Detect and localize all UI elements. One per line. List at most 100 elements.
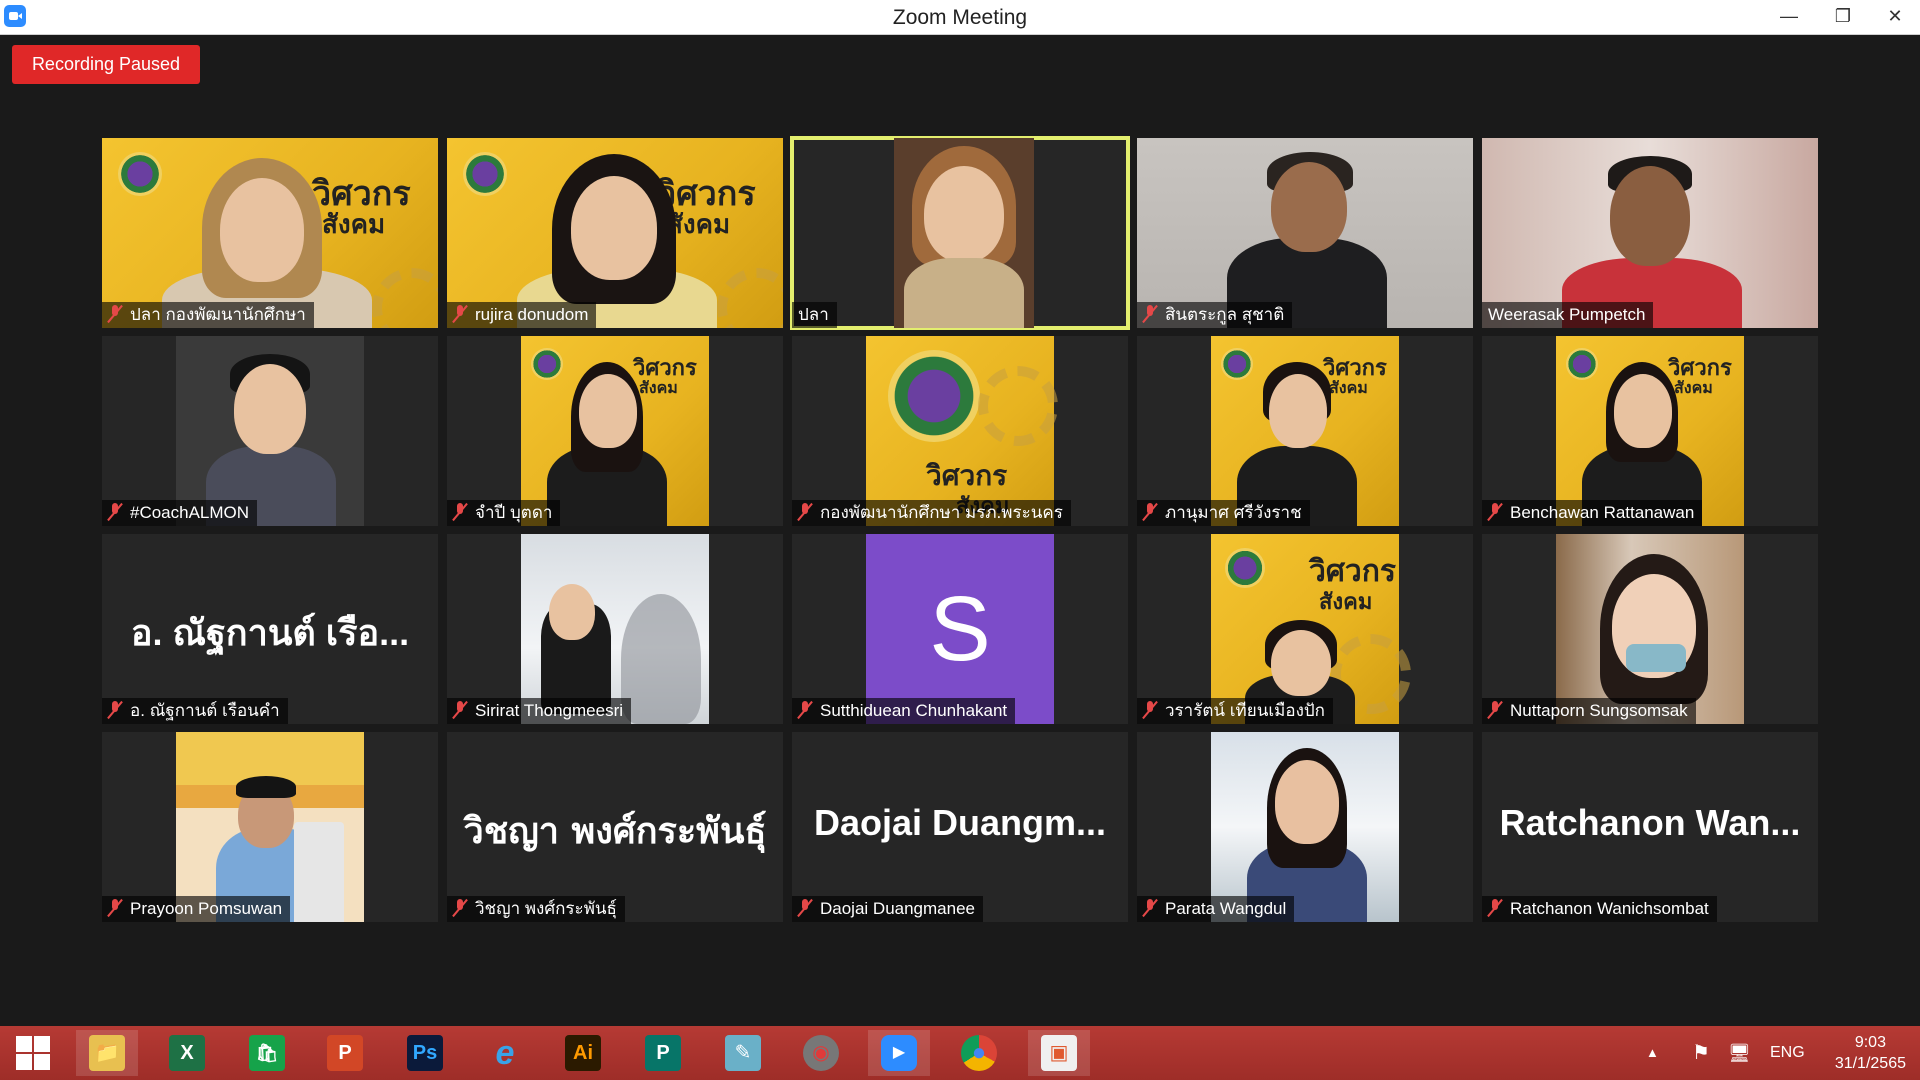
start-button[interactable] [2, 1030, 64, 1076]
participant-name: กองพัฒนานักศึกษา มรภ.พระนคร [820, 503, 1063, 522]
participant-tile[interactable]: Nuttaporn Sungsomsak [1482, 534, 1818, 724]
restore-button[interactable]: ❐ [1816, 0, 1870, 34]
mic-muted-icon [1143, 701, 1157, 719]
mic-muted-icon [1488, 503, 1502, 521]
minimize-button[interactable]: — [1762, 0, 1816, 34]
participant-name-tag: ปลา [792, 302, 837, 328]
participant-name: ปลา กองพัฒนานักศึกษา [130, 305, 306, 324]
taskbar-chrome[interactable]: ● [948, 1030, 1010, 1076]
person-body [904, 258, 1024, 328]
taskbar-excel[interactable]: X [156, 1030, 218, 1076]
person-face [234, 364, 306, 454]
photoshop-icon: Ps [407, 1035, 443, 1071]
network-icon[interactable]: 🖥 [1728, 1026, 1751, 1080]
participant-name-tag: rujira donudom [447, 302, 597, 328]
mic-muted-icon [1488, 899, 1502, 917]
taskbar-powerpoint[interactable]: P [314, 1030, 376, 1076]
person-face [924, 166, 1004, 262]
participant-tile[interactable]: อ. ณัฐกานต์ เรือ... อ. ณัฐกานต์ เรือนคำ [102, 534, 438, 724]
participant-name: วรารัตน์ เทียนเมืองปัก [1165, 701, 1325, 720]
participant-tile[interactable]: Ratchanon Wan... Ratchanon Wanichsombat [1482, 732, 1818, 922]
person-face [549, 584, 595, 640]
participant-tile[interactable]: สินตระกูล สุชาติ [1137, 138, 1473, 328]
folder-icon: 📁 [89, 1035, 125, 1071]
recording-paused-badge[interactable]: Recording Paused [12, 45, 200, 84]
taskbar-illustrator[interactable]: Ai [552, 1030, 614, 1076]
mic-muted-icon [1143, 305, 1157, 323]
participant-tile[interactable]: Daojai Duangm... Daojai Duangmanee [792, 732, 1128, 922]
participant-video: วิศวกร สังคม [102, 138, 438, 328]
tray-overflow-arrow-icon[interactable]: ▲ [1646, 1026, 1659, 1080]
taskbar-file-explorer[interactable]: 📁 [76, 1030, 138, 1076]
participant-tile[interactable]: วิศวกร สังคม Benchawan Rattanawan [1482, 336, 1818, 526]
participant-tile[interactable]: วิศวกร สังคม จำปี บุตดา [447, 336, 783, 526]
taskbar-photos[interactable]: ▣ [1028, 1030, 1090, 1076]
powerpoint-icon: P [327, 1035, 363, 1071]
podium [294, 822, 344, 922]
participant-tile[interactable]: วิศวกร สังคม ปลา กองพัฒนานักศึกษา [102, 138, 438, 328]
participant-name: rujira donudom [475, 305, 589, 324]
participant-tile[interactable]: Parata Wangdul [1137, 732, 1473, 922]
action-center-flag-icon[interactable]: ⚑ [1692, 1026, 1710, 1080]
face-mask [1626, 644, 1686, 672]
participant-name-tag: วรารัตน์ เทียนเมืองปัก [1137, 698, 1333, 724]
taskbar-photoshop[interactable]: Ps [394, 1030, 456, 1076]
participant-video: วิศวกร สังคม [447, 138, 783, 328]
mic-muted-icon [798, 899, 812, 917]
participant-video [176, 732, 364, 922]
participant-name: Daojai Duangmanee [820, 899, 975, 918]
input-language[interactable]: ENG [1770, 1026, 1805, 1080]
participant-video: วิศวกร สังคม [1211, 534, 1411, 724]
participant-name: ภานุมาศ ศรีวังราช [1165, 503, 1302, 522]
taskbar-notepad[interactable]: ✎ [712, 1030, 774, 1076]
participant-video [521, 534, 709, 724]
gear-icon [372, 268, 438, 328]
publisher-icon: P [645, 1035, 681, 1071]
participant-tile[interactable]: #CoachALMON [102, 336, 438, 526]
poster-subtitle: สังคม [639, 378, 678, 397]
participant-tile[interactable]: Weerasak Pumpetch [1482, 138, 1818, 328]
participant-name: Prayoon Pomsuwan [130, 899, 283, 918]
participant-tile[interactable]: วิศวกร สังคม ภานุมาศ ศรีวังราช [1137, 336, 1473, 526]
participant-tile[interactable]: วิศวกร สังคม rujira donudom [447, 138, 783, 328]
taskbar-zoom[interactable]: ▶ [868, 1030, 930, 1076]
participant-name-tag: Nuttaporn Sungsomsak [1482, 698, 1696, 724]
close-button[interactable]: ✕ [1870, 0, 1920, 34]
participant-tile-active-speaker[interactable]: ปลา [790, 136, 1130, 330]
participant-name-tag: จำปี บุตดา [447, 500, 561, 526]
taskbar-publisher[interactable]: P [632, 1030, 694, 1076]
participant-video [176, 336, 364, 526]
participant-tile[interactable]: Prayoon Pomsuwan [102, 732, 438, 922]
participant-name: Sutthiduean Chunhakant [820, 701, 1008, 720]
participant-name-tag: Weerasak Pumpetch [1482, 302, 1654, 328]
participant-tile[interactable]: วิชญา พงศ์กระพันธุ์ วิชญา พงศ์กระพันธุ์ [447, 732, 783, 922]
university-emblem-icon [1225, 548, 1265, 588]
person-face [220, 178, 304, 282]
person-face [1271, 630, 1331, 696]
university-emblem-icon [888, 350, 980, 442]
participant-tile[interactable]: วิศวกร สังคม วรารัตน์ เทียนเมืองปัก [1137, 534, 1473, 724]
participant-name: วิชญา พงศ์กระพันธุ์ [475, 899, 617, 918]
participant-display-name: อ. ณัฐกานต์ เรือ... [130, 612, 410, 653]
mic-muted-icon [798, 701, 812, 719]
participant-tile[interactable]: Sirirat Thongmeesri [447, 534, 783, 724]
taskbar-store[interactable]: 🛍 [236, 1030, 298, 1076]
participant-tile[interactable]: วิศวกร สังคม กองพัฒนานักศึกษา มรภ.พระนคร [792, 336, 1128, 526]
photos-icon: ▣ [1041, 1035, 1077, 1071]
person-face [579, 374, 637, 448]
taskbar-clock[interactable]: 9:03 31/1/2565 [1835, 1032, 1906, 1074]
taskbar-internet-explorer[interactable]: e [474, 1030, 536, 1076]
mic-muted-icon [453, 899, 467, 917]
illustrator-icon: Ai [565, 1035, 601, 1071]
participant-name-tag: วิชญา พงศ์กระพันธุ์ [447, 896, 625, 922]
participant-tile[interactable]: S Sutthiduean Chunhakant [792, 534, 1128, 724]
university-emblem-icon [1221, 348, 1253, 380]
person-face [1614, 374, 1672, 448]
gallery-view-grid: วิศวกร สังคม ปลา กองพัฒนานักศึกษา วิศวกร… [102, 136, 1818, 922]
participant-name: Weerasak Pumpetch [1488, 305, 1646, 324]
participant-name-tag: กองพัฒนานักศึกษา มรภ.พระนคร [792, 500, 1071, 526]
taskbar-photoscape[interactable]: ◉ [790, 1030, 852, 1076]
mic-muted-icon [1143, 899, 1157, 917]
participant-video: วิศวกร สังคม [866, 336, 1058, 526]
university-emblem-icon [531, 348, 563, 380]
